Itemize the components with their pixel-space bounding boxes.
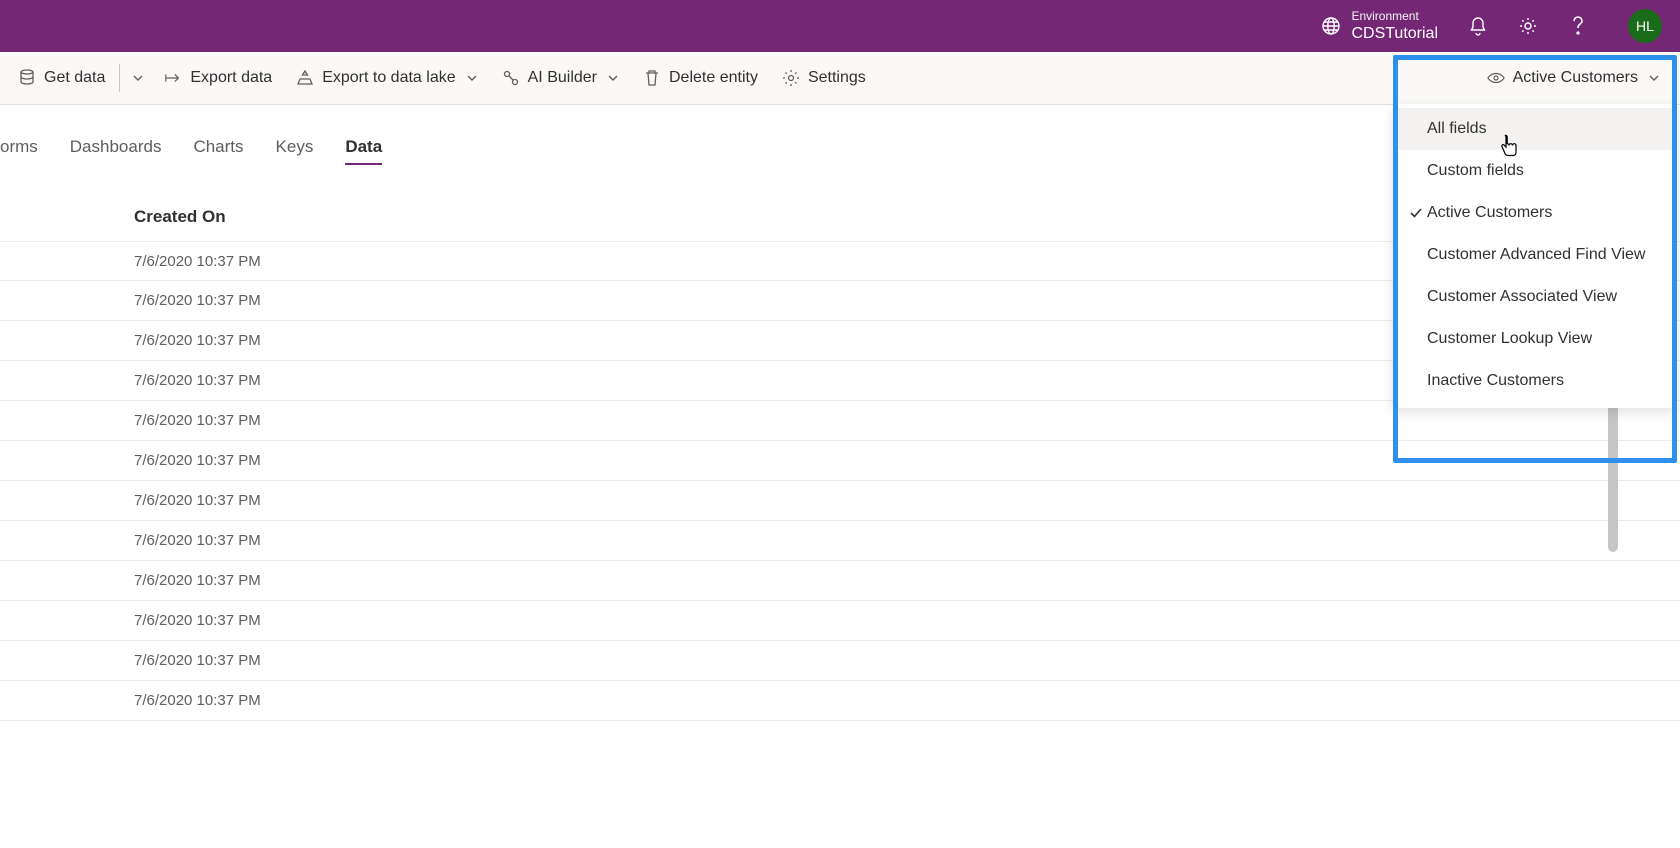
gear-icon[interactable] (1518, 16, 1538, 36)
table-row[interactable]: 7/6/2020 10:37 PM (0, 641, 1680, 681)
chevron-down-icon (607, 72, 619, 84)
settings-label: Settings (808, 69, 866, 87)
export-data-lake-label: Export to data lake (322, 69, 455, 87)
table-row[interactable]: 7/6/2020 10:37 PM (0, 481, 1680, 521)
help-icon[interactable] (1568, 16, 1588, 36)
command-bar: Get data Export data Export to data lake (0, 52, 1680, 105)
view-option[interactable]: Customer Lookup View (1393, 318, 1677, 360)
view-option-label: Inactive Customers (1427, 372, 1564, 390)
table-row[interactable]: 7/6/2020 10:37 PM (0, 521, 1680, 561)
table-row[interactable]: 7/6/2020 10:37 PM (0, 441, 1680, 481)
view-option[interactable]: Active Customers (1393, 192, 1677, 234)
export-data-lake-button[interactable]: Export to data lake (284, 52, 489, 104)
delete-entity-button[interactable]: Delete entity (631, 52, 770, 104)
get-data-label: Get data (44, 69, 105, 87)
delete-entity-label: Delete entity (669, 69, 758, 87)
globe-icon (1321, 16, 1341, 36)
view-option[interactable]: Customer Associated View (1393, 276, 1677, 318)
trash-icon (643, 69, 661, 87)
settings-button[interactable]: Settings (770, 52, 878, 104)
view-option-label: Active Customers (1427, 204, 1552, 222)
environment-label: Environment (1351, 9, 1438, 23)
export-data-button[interactable]: Export data (152, 52, 284, 104)
view-option[interactable]: All fields (1393, 108, 1677, 150)
avatar-initials: HL (1636, 18, 1654, 34)
view-selector[interactable]: Active Customers (1473, 52, 1674, 104)
table-row[interactable]: 7/6/2020 10:37 PM (0, 561, 1680, 601)
view-option[interactable]: Custom fields (1393, 150, 1677, 192)
view-option-label: Customer Advanced Find View (1427, 246, 1645, 264)
top-app-bar: Environment CDSTutorial HL (0, 0, 1680, 52)
view-selector-dropdown: All fields Custom fields Active Customers C… (1393, 104, 1677, 408)
export-icon (164, 69, 182, 87)
tab-charts[interactable]: Charts (193, 137, 243, 165)
view-option[interactable]: Inactive Customers (1393, 360, 1677, 402)
chevron-down-icon (466, 72, 478, 84)
tab-keys[interactable]: Keys (276, 137, 314, 165)
tab-dashboards[interactable]: Dashboards (70, 137, 162, 165)
table-row[interactable]: 7/6/2020 10:37 PM (0, 681, 1680, 721)
export-data-label: Export data (190, 69, 272, 87)
environment-name: CDSTutorial (1351, 24, 1438, 43)
view-option[interactable]: Customer Advanced Find View (1393, 234, 1677, 276)
tab-data[interactable]: Data (345, 137, 382, 165)
chevron-down-icon (132, 72, 144, 84)
environment-switcher[interactable]: Environment CDSTutorial (1321, 9, 1438, 43)
ai-builder-button[interactable]: AI Builder (490, 52, 631, 104)
ai-builder-icon (502, 69, 520, 87)
view-option-label: All fields (1427, 120, 1487, 138)
gear-icon (782, 69, 800, 87)
notifications-icon[interactable] (1468, 16, 1488, 36)
avatar[interactable]: HL (1628, 9, 1662, 43)
chevron-down-icon (1648, 72, 1660, 84)
view-selector-label: Active Customers (1513, 69, 1638, 87)
database-icon (18, 69, 36, 87)
table-row[interactable]: 7/6/2020 10:37 PM (0, 601, 1680, 641)
ai-builder-label: AI Builder (528, 69, 597, 87)
eye-icon (1487, 69, 1505, 87)
tab-orms[interactable]: orms (0, 137, 38, 165)
data-lake-icon (296, 69, 314, 87)
view-option-label: Customer Lookup View (1427, 330, 1592, 348)
view-option-label: Custom fields (1427, 162, 1524, 180)
check-icon (1405, 206, 1427, 220)
divider (119, 64, 120, 92)
view-option-label: Customer Associated View (1427, 288, 1617, 306)
get-data-button[interactable]: Get data (6, 52, 117, 104)
get-data-chevron-button[interactable] (122, 52, 152, 104)
